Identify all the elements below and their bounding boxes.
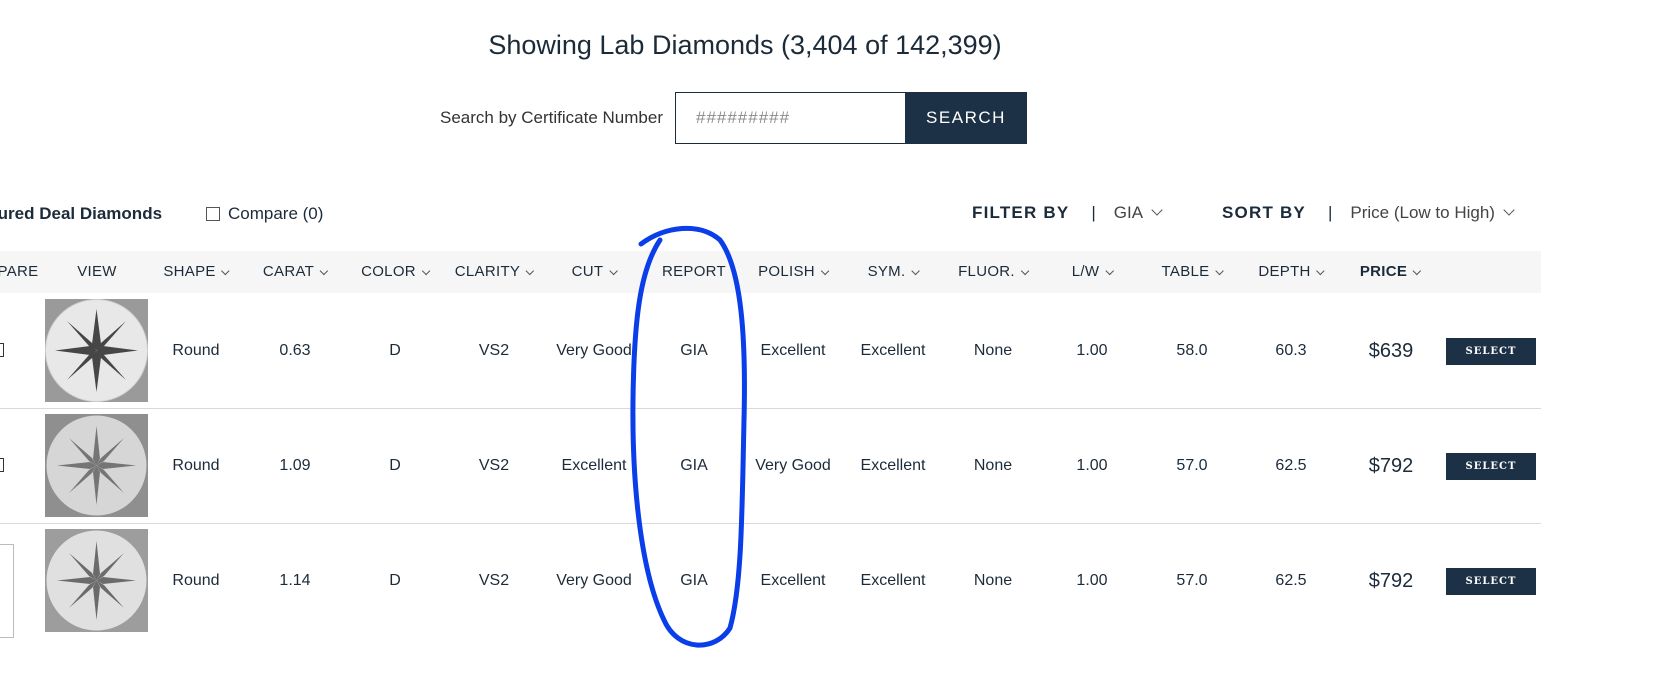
sort-by-label: SORT BY	[1222, 203, 1306, 222]
carat-cell: 1.14	[279, 572, 311, 589]
depth-cell: 62.5	[1275, 572, 1307, 589]
chevron-down-icon	[820, 266, 830, 276]
sort-value[interactable]: Price (Low to High)	[1350, 203, 1495, 223]
report-cell: GIA	[680, 572, 708, 589]
column-symmetry[interactable]: SYM.	[868, 251, 920, 293]
filter-by-control[interactable]: FILTER BY | GIA	[972, 203, 1163, 223]
diamond-image[interactable]	[45, 299, 148, 402]
fluorescence-cell: None	[973, 572, 1013, 589]
polish-cell: Very Good	[755, 457, 831, 474]
diamond-image[interactable]	[45, 414, 148, 517]
chevron-down-icon	[1105, 266, 1114, 276]
table-row[interactable]: Round 0.63 D VS2 Very Good GIA Excellent…	[0, 294, 1541, 409]
page-title: Showing Lab Diamonds (3,404 of 142,399)	[488, 30, 1002, 60]
symmetry-cell: Excellent	[860, 342, 926, 359]
chevron-down-icon	[1316, 266, 1325, 276]
table-row[interactable]: Round 1.09 D VS2 Excellent GIA Very Good…	[0, 409, 1541, 524]
column-price[interactable]: PRICE	[1360, 251, 1422, 293]
depth-cell: 60.3	[1275, 342, 1307, 359]
fluorescence-cell: None	[973, 457, 1013, 474]
column-lw-ratio[interactable]: L/W	[1072, 251, 1114, 293]
sort-by-control[interactable]: SORT BY | Price (Low to High)	[1222, 203, 1515, 223]
carat-cell: 1.09	[279, 457, 311, 474]
clarity-cell: VS2	[478, 572, 510, 589]
symmetry-cell: Excellent	[860, 572, 926, 589]
column-table[interactable]: TABLE	[1162, 251, 1224, 293]
separator: |	[1091, 203, 1096, 222]
lw-cell: 1.00	[1076, 457, 1108, 474]
column-view: VIEW	[77, 263, 117, 280]
table-cell: 57.0	[1176, 457, 1208, 474]
filter-by-label: FILTER BY	[972, 203, 1070, 222]
symmetry-cell: Excellent	[860, 457, 926, 474]
table-cell: 57.0	[1176, 572, 1208, 589]
color-cell: D	[389, 572, 401, 589]
filter-value[interactable]: GIA	[1114, 203, 1143, 223]
chevron-down-icon	[609, 266, 618, 276]
column-shape[interactable]: SHAPE	[163, 251, 230, 293]
price-cell: $792	[1368, 455, 1414, 477]
clarity-cell: VS2	[478, 342, 510, 359]
polish-cell: Excellent	[760, 342, 826, 359]
column-cut[interactable]: CUT	[572, 251, 618, 293]
column-color[interactable]: COLOR	[361, 251, 431, 293]
table-header: PARE VIEW SHAPE CARAT COLOR CLARITY CUT …	[0, 251, 1541, 293]
separator: |	[1327, 203, 1333, 222]
compare-row-checkbox[interactable]	[0, 343, 4, 357]
chevron-down-icon	[1215, 266, 1224, 276]
search-button[interactable]: SEARCH	[904, 92, 1027, 144]
table-cell: 58.0	[1176, 342, 1208, 359]
shape-cell: Round	[172, 572, 220, 589]
diamond-image[interactable]	[45, 529, 148, 632]
chevron-down-icon	[1412, 266, 1422, 276]
column-depth[interactable]: DEPTH	[1258, 251, 1325, 293]
certificate-number-input[interactable]	[674, 92, 905, 144]
chevron-down-icon	[421, 266, 431, 276]
column-fluorescence[interactable]: FLUOR.	[958, 251, 1030, 293]
select-button[interactable]: SELECT	[1446, 453, 1536, 480]
report-cell: GIA	[680, 342, 708, 359]
carat-cell: 0.63	[279, 342, 311, 359]
column-report: REPORT	[661, 263, 727, 280]
select-button[interactable]: SELECT	[1446, 568, 1536, 595]
compare-toggle[interactable]: Compare (0)	[206, 204, 323, 224]
fluorescence-cell: None	[973, 342, 1013, 359]
cut-cell: Very Good	[556, 572, 632, 589]
price-cell: $792	[1368, 570, 1414, 592]
lw-cell: 1.00	[1076, 342, 1108, 359]
chevron-down-icon	[911, 266, 920, 276]
shape-cell: Round	[172, 457, 220, 474]
shape-cell: Round	[172, 342, 220, 359]
search-label: Search by Certificate Number	[440, 108, 663, 127]
polish-cell: Excellent	[760, 572, 826, 589]
price-cell: $639	[1368, 340, 1414, 362]
column-clarity[interactable]: CLARITY	[455, 251, 535, 293]
report-cell: GIA	[680, 457, 708, 474]
chevron-down-icon	[525, 266, 535, 276]
table-row[interactable]: Round 1.14 D VS2 Very Good GIA Excellent…	[0, 524, 1541, 638]
compare-checkbox[interactable]	[206, 207, 220, 221]
compare-row-checkbox[interactable]	[0, 458, 4, 472]
color-cell: D	[389, 457, 401, 474]
chevron-down-icon	[319, 266, 329, 276]
select-button[interactable]: SELECT	[1446, 338, 1536, 365]
depth-cell: 62.5	[1275, 457, 1307, 474]
compare-label: Compare (0)	[228, 204, 324, 223]
clarity-cell: VS2	[478, 457, 510, 474]
lw-cell: 1.00	[1076, 572, 1108, 589]
chevron-down-icon[interactable]	[1503, 204, 1515, 216]
column-polish[interactable]: POLISH	[758, 251, 830, 293]
color-cell: D	[389, 342, 401, 359]
chevron-down-icon	[1020, 266, 1030, 276]
compare-row-checkbox[interactable]	[0, 544, 14, 638]
column-compare: PARE	[0, 263, 39, 280]
column-carat[interactable]: CARAT	[263, 251, 329, 293]
cut-cell: Very Good	[556, 342, 632, 359]
featured-deal-diamonds-tab[interactable]: tured Deal Diamonds	[0, 204, 162, 224]
certificate-search: Search by Certificate Number SEARCH	[440, 92, 1027, 144]
chevron-down-icon	[221, 266, 230, 276]
cut-cell: Excellent	[561, 457, 627, 474]
chevron-down-icon[interactable]	[1151, 204, 1163, 216]
